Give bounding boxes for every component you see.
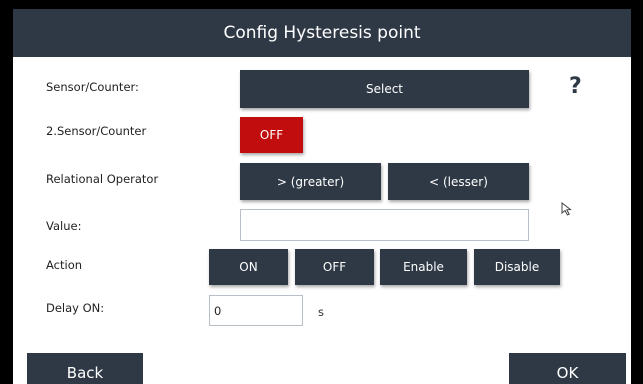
delay-on-input[interactable]: 0 bbox=[209, 295, 303, 326]
action-label: Action bbox=[46, 258, 83, 272]
value-input[interactable] bbox=[240, 209, 529, 241]
mouse-pointer-icon bbox=[561, 202, 572, 216]
delay-unit: s bbox=[318, 305, 324, 319]
second-sensor-toggle[interactable]: OFF bbox=[240, 117, 303, 153]
dialog-title: Config Hysteresis point bbox=[13, 9, 631, 57]
sensor-counter-label: Sensor/Counter: bbox=[46, 80, 139, 94]
select-sensor-button[interactable]: Select bbox=[240, 70, 529, 108]
window-frame: Config Hysteresis point Sensor/Counter: … bbox=[0, 0, 643, 384]
action-enable-button[interactable]: Enable bbox=[380, 249, 467, 285]
config-dialog: Config Hysteresis point Sensor/Counter: … bbox=[13, 9, 631, 384]
greater-operator-button[interactable]: > (greater) bbox=[240, 163, 381, 200]
action-on-button[interactable]: ON bbox=[209, 249, 288, 285]
relational-operator-label: Relational Operator bbox=[46, 172, 159, 186]
ok-button[interactable]: OK bbox=[509, 353, 626, 384]
value-label: Value: bbox=[46, 219, 82, 233]
action-disable-button[interactable]: Disable bbox=[474, 249, 560, 285]
action-off-button[interactable]: OFF bbox=[295, 249, 374, 285]
help-icon[interactable]: ? bbox=[569, 74, 582, 99]
lesser-operator-button[interactable]: < (lesser) bbox=[388, 163, 529, 200]
second-sensor-label: 2.Sensor/Counter bbox=[46, 124, 147, 138]
back-button[interactable]: Back bbox=[27, 353, 143, 384]
delay-on-label: Delay ON: bbox=[46, 301, 105, 315]
